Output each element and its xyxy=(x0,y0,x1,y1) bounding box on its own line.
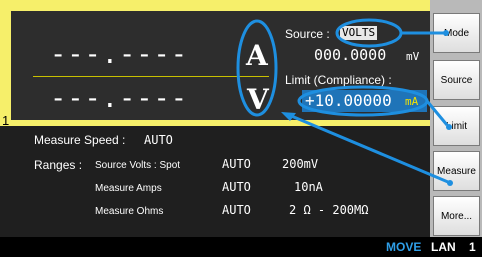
measure-speed-label: Measure Speed : xyxy=(34,133,126,147)
range-row-name: Measure Amps xyxy=(95,183,162,194)
limit-label: Limit (Compliance) : xyxy=(285,73,392,87)
range-row-value[interactable]: 2 Ω - 200MΩ xyxy=(289,203,368,217)
limit-unit: mA xyxy=(405,95,419,108)
status-lan: LAN xyxy=(431,240,456,254)
source-value[interactable]: 000.0000 xyxy=(314,46,386,64)
secondary-measurement: ---.---- xyxy=(50,83,189,114)
status-channel: 1 xyxy=(469,240,476,254)
softkey-measure[interactable]: Measure xyxy=(433,151,480,191)
ranges-label: Ranges : xyxy=(34,158,83,172)
softkey-mode[interactable]: Mode xyxy=(433,13,480,53)
measurement-divider xyxy=(33,76,269,77)
primary-unit[interactable]: A xyxy=(246,41,268,71)
measure-speed-value[interactable]: AUTO xyxy=(144,133,173,147)
softkey-source[interactable]: Source xyxy=(433,60,480,100)
limit-field[interactable]: +10.00000 mA xyxy=(302,90,427,112)
channel-frame-top xyxy=(0,0,430,11)
range-row-mode[interactable]: AUTO xyxy=(222,157,251,171)
primary-measurement: ---.---- xyxy=(50,39,189,70)
range-row-value[interactable]: 10nA xyxy=(294,180,323,194)
source-unit: mV xyxy=(406,50,420,63)
softkey-limit[interactable]: Limit xyxy=(433,106,480,146)
source-function[interactable]: VOLTS xyxy=(340,26,378,40)
limit-value: +10.00000 xyxy=(305,91,392,110)
range-row-value[interactable]: 200mV xyxy=(282,157,318,171)
range-row-name: Source Volts : Spot xyxy=(95,160,181,171)
secondary-unit[interactable]: V xyxy=(247,85,269,115)
source-label: Source : xyxy=(285,27,330,41)
range-row-mode[interactable]: AUTO xyxy=(222,180,251,194)
range-row-name: Measure Ohms xyxy=(95,206,164,217)
status-move: MOVE xyxy=(386,240,422,254)
channel-frame-left xyxy=(0,0,11,126)
range-row-mode[interactable]: AUTO xyxy=(222,203,251,217)
softkey-more[interactable]: More... xyxy=(433,196,480,236)
